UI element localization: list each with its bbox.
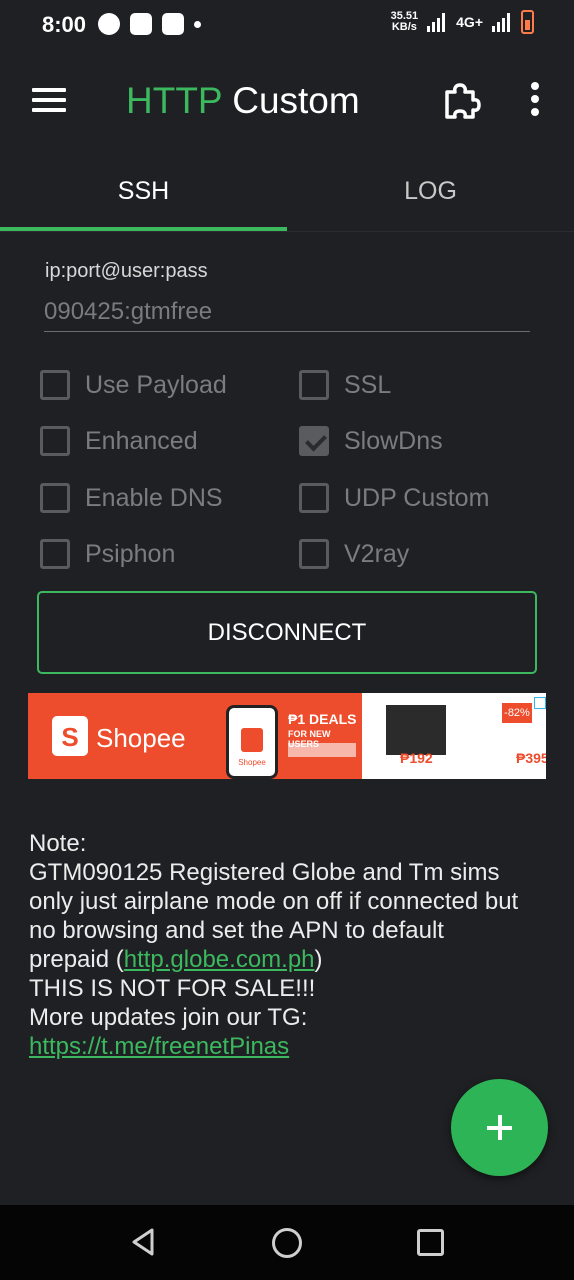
ad-promo[interactable]: Shopee Shopee ₱1 DEALS FOR NEW USERS	[28, 693, 362, 779]
slowdns-checkbox[interactable]	[299, 426, 329, 456]
tab-ssh[interactable]: SSH	[0, 150, 287, 232]
option-use-payload[interactable]: Use Payload	[40, 370, 227, 400]
note-updates: More updates join our TG: https://t.me/f…	[29, 1003, 529, 1061]
app-title-http: HTTP	[126, 80, 222, 121]
puzzle-icon[interactable]	[441, 80, 481, 120]
psiphon-checkbox[interactable]	[40, 539, 70, 569]
note-paragraph: GTM090125 Registered Globe and Tm sims o…	[29, 858, 529, 974]
ad-choices-icon[interactable]	[534, 697, 546, 709]
recent-apps-icon[interactable]	[417, 1229, 444, 1256]
ad-deal-title: ₱1 DEALS	[288, 711, 357, 727]
enhanced-checkbox[interactable]	[40, 426, 70, 456]
more-options-icon[interactable]	[530, 82, 540, 116]
server-input[interactable]	[44, 298, 530, 332]
home-icon[interactable]	[272, 1228, 302, 1258]
ad-banner[interactable]: Shopee Shopee ₱1 DEALS FOR NEW USERS ₱19…	[28, 693, 546, 779]
note-text: Note: GTM090125 Registered Globe and Tm …	[29, 829, 529, 1061]
enhanced-label: Enhanced	[85, 426, 198, 455]
disconnect-button[interactable]: DISCONNECT	[37, 591, 537, 674]
speed-meter-icon	[98, 13, 120, 35]
telegram-link[interactable]: https://t.me/freenetPinas	[29, 1033, 289, 1060]
slowdns-label: SlowDns	[344, 426, 443, 455]
ssl-label: SSL	[344, 370, 392, 399]
app-notification-icon	[162, 13, 184, 35]
battery-icon	[521, 10, 534, 34]
network-speed: 35.51 KB/s	[391, 11, 419, 33]
phone-brand-label: Shopee	[238, 758, 266, 767]
menu-icon[interactable]	[32, 88, 66, 112]
tab-bar: SSH LOG	[0, 150, 574, 232]
udp-custom-checkbox[interactable]	[299, 483, 329, 513]
option-slowdns[interactable]: SlowDns	[299, 426, 443, 456]
product-price-1: ₱192	[400, 750, 433, 766]
network-type: 4G+	[456, 14, 483, 30]
status-bar: 8:00 35.51 KB/s 4G+	[0, 0, 574, 50]
add-fab-button[interactable]	[451, 1079, 548, 1176]
system-indicators: 35.51 KB/s 4G+	[391, 10, 534, 34]
product-image-shelf	[386, 705, 446, 755]
network-speed-unit: KB/s	[391, 21, 417, 33]
v2ray-label: V2ray	[344, 539, 410, 568]
more-notifications-dot-icon	[194, 20, 201, 28]
system-nav-bar	[0, 1205, 574, 1280]
option-ssl[interactable]: SSL	[299, 370, 391, 400]
note-heading: Note:	[29, 830, 87, 857]
use-payload-label: Use Payload	[85, 370, 227, 399]
phone-graphic: Shopee	[226, 705, 278, 779]
option-enhanced[interactable]: Enhanced	[40, 426, 198, 456]
enable-dns-label: Enable DNS	[85, 483, 223, 512]
ad-store-badges	[288, 743, 356, 757]
shopee-logo-icon	[52, 716, 88, 756]
note-updates-text: More updates join our TG:	[29, 1004, 308, 1031]
active-tab-indicator	[0, 227, 287, 231]
phone-shopee-icon	[241, 728, 263, 752]
back-icon[interactable]	[128, 1227, 158, 1257]
ad-products[interactable]: ₱192 -82% ₱395	[362, 693, 546, 779]
globe-link[interactable]: http.globe.com.ph	[124, 946, 315, 973]
note-line1-end: )	[314, 946, 323, 973]
notification-icons	[98, 13, 201, 35]
ad-brand: Shopee	[96, 723, 186, 753]
option-enable-dns[interactable]: Enable DNS	[40, 483, 223, 513]
ssl-checkbox[interactable]	[299, 370, 329, 400]
v2ray-checkbox[interactable]	[299, 539, 329, 569]
signal-2-icon	[492, 13, 510, 32]
app-bar: HTTP Custom	[0, 50, 574, 150]
status-time: 8:00	[42, 12, 87, 37]
app-title: HTTP Custom	[126, 80, 360, 122]
note-not-for-sale: THIS IS NOT FOR SALE!!!	[29, 975, 316, 1002]
option-udp-custom[interactable]: UDP Custom	[299, 483, 489, 513]
product-price-2: ₱395	[516, 750, 546, 766]
psiphon-label: Psiphon	[85, 539, 176, 568]
discount-badge: -82%	[502, 703, 532, 723]
tab-log[interactable]: LOG	[287, 150, 574, 232]
server-field-label: ip:port@user:pass	[45, 260, 208, 282]
udp-custom-label: UDP Custom	[344, 483, 490, 512]
signal-icon	[427, 13, 446, 32]
option-psiphon[interactable]: Psiphon	[40, 539, 175, 569]
use-payload-checkbox[interactable]	[40, 370, 70, 400]
enable-dns-checkbox[interactable]	[40, 483, 70, 513]
app-title-custom: Custom	[232, 80, 360, 121]
option-v2ray[interactable]: V2ray	[299, 539, 409, 569]
mail-icon	[130, 13, 152, 35]
